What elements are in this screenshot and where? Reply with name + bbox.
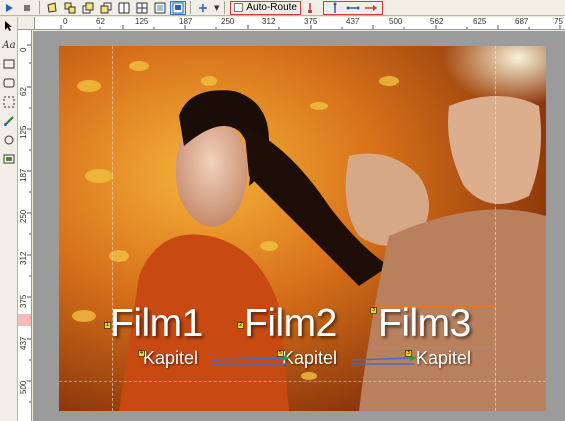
- ruler-label: 437: [19, 336, 28, 350]
- vertical-connector-icon[interactable]: [302, 1, 318, 15]
- badge-handle[interactable]: 4: [138, 350, 145, 357]
- ruler-label: 500: [19, 380, 28, 394]
- image-frame-icon[interactable]: [152, 1, 168, 15]
- badge-handle[interactable]: 3: [405, 350, 412, 357]
- connector-style-group: [322, 0, 383, 15]
- group-shapes-icon[interactable]: [62, 1, 78, 15]
- film3-chapter[interactable]: Kapitel: [416, 348, 471, 369]
- play-icon[interactable]: [1, 1, 17, 15]
- bring-forward-icon[interactable]: [80, 1, 96, 15]
- stop-icon[interactable]: [19, 1, 35, 15]
- toolbar-separator: [39, 1, 40, 14]
- chevron-down-icon[interactable]: ▼: [214, 4, 219, 12]
- auto-route-label: Auto-Route: [246, 2, 297, 13]
- canvas-workspace[interactable]: Film1 Film2 Film3 Kapitel Kapitel Kapite…: [33, 31, 565, 421]
- film1-chapter[interactable]: Kapitel: [143, 348, 198, 369]
- film3-title[interactable]: Film3: [378, 302, 471, 346]
- connector-add-icon[interactable]: [195, 1, 211, 15]
- selection-frame-icon[interactable]: [1, 94, 17, 110]
- connector-arrow-icon[interactable]: [363, 1, 379, 15]
- guide-line: [112, 46, 113, 411]
- text-tool-icon[interactable]: Aa: [1, 37, 17, 53]
- align-center-icon[interactable]: [116, 1, 132, 15]
- editor-window: ▼ Auto-Route 0 62 125 187 250 312 375 43…: [0, 0, 565, 421]
- connector-horizontal-icon[interactable]: [345, 1, 361, 15]
- ruler-label: 375: [19, 294, 28, 308]
- left-tool-strip: Aa: [0, 17, 18, 421]
- slide-canvas[interactable]: Film1 Film2 Film3 Kapitel Kapitel Kapite…: [59, 46, 546, 411]
- shape-transform-icon[interactable]: [44, 1, 60, 15]
- guide-line: [59, 381, 546, 382]
- ruler-label: 75: [554, 17, 563, 26]
- ruler-label: 62: [96, 17, 105, 26]
- image-tool-icon[interactable]: [1, 151, 17, 167]
- ruler-label: 312: [262, 17, 276, 26]
- ruler-label: 187: [179, 17, 193, 26]
- film2-chapter[interactable]: Kapitel: [282, 348, 337, 369]
- rectangle-icon[interactable]: [1, 56, 17, 72]
- ruler-label: 0: [63, 17, 68, 26]
- film-badge[interactable]: 2: [237, 322, 244, 329]
- badge-handle[interactable]: 5: [277, 350, 284, 357]
- send-backward-icon[interactable]: [98, 1, 114, 15]
- ruler-label: 250: [221, 17, 235, 26]
- horizontal-ruler[interactable]: 0 62 125 187 250 312 375 437 500 562 625…: [35, 17, 565, 30]
- layout-mode-icon[interactable]: [170, 0, 186, 15]
- ruler-label: 187: [19, 168, 28, 182]
- toolbar-separator: [190, 1, 191, 14]
- distribute-icon[interactable]: [134, 1, 150, 15]
- ruler-label: 625: [473, 17, 487, 26]
- ruler-corner: [18, 17, 35, 30]
- film2-title[interactable]: Film2: [244, 302, 337, 346]
- ruler-label: 125: [135, 17, 149, 26]
- ruler-label: 125: [19, 125, 28, 139]
- ruler-label: 250: [19, 209, 28, 223]
- auto-route-toggle[interactable]: Auto-Route: [230, 0, 301, 15]
- ruler-label: 0: [19, 47, 28, 52]
- ruler-label: 687: [515, 17, 529, 26]
- pointer-icon[interactable]: [1, 18, 17, 34]
- guide-line: [495, 46, 496, 411]
- ellipse-icon[interactable]: [1, 132, 17, 148]
- ruler-label: 62: [19, 87, 28, 96]
- film1-title[interactable]: Film1: [110, 302, 203, 346]
- connector-straight-icon[interactable]: [327, 1, 343, 15]
- vertical-ruler[interactable]: 0 62 125 187 250 312 375 437 500: [18, 30, 32, 421]
- film-badge[interactable]: 1: [104, 322, 111, 329]
- ruler-label: 500: [389, 17, 403, 26]
- ruler-label: 562: [430, 17, 444, 26]
- ruler-label: 375: [304, 17, 318, 26]
- top-toolbar: ▼ Auto-Route: [0, 0, 565, 16]
- auto-route-checkbox[interactable]: [234, 3, 244, 12]
- ruler-label: 437: [346, 17, 360, 26]
- toolbar-separator: [224, 1, 226, 14]
- ruler-label: 312: [19, 251, 28, 265]
- rounded-rectangle-icon[interactable]: [1, 75, 17, 91]
- film-badge[interactable]: 3: [370, 307, 377, 314]
- text-tool-label: Aa: [2, 39, 16, 51]
- pen-tool-icon[interactable]: [1, 113, 17, 129]
